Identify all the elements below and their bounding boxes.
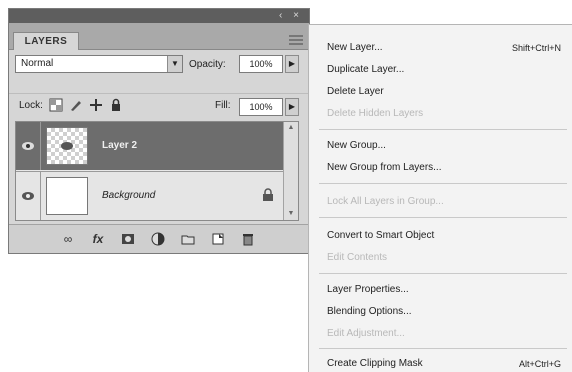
opacity-arrow-icon[interactable]: ▶ (285, 55, 299, 73)
lock-fill-row: Lock: Fill: 100% ▶ (9, 93, 309, 120)
blend-opacity-row: Normal ▼ Opacity: 100% ▶ (9, 53, 309, 77)
panel-bottom-bar: ∞ fx (9, 224, 309, 253)
menu-item-edit-contents[interactable]: Edit Contents (327, 251, 387, 265)
shortcut-new-layer: Shift+Ctrl+N (511, 43, 561, 53)
layers-list: Layer 2 Background ▲ ▼ (15, 121, 299, 221)
fx-icon[interactable]: fx (91, 232, 105, 246)
new-group-icon[interactable] (181, 232, 195, 246)
layers-context-menu: New Layer... Shift+Ctrl+N Duplicate Laye… (308, 24, 572, 372)
scroll-down-icon[interactable]: ▼ (286, 210, 296, 218)
lock-icon (262, 188, 274, 207)
layer-row-background[interactable]: Background (16, 171, 296, 220)
fill-input[interactable]: 100% (239, 98, 283, 116)
menu-item-edit-adjustment[interactable]: Edit Adjustment... (327, 327, 405, 341)
link-icon[interactable]: ∞ (61, 232, 75, 246)
menu-separator (319, 348, 567, 349)
visibility-toggle[interactable] (16, 122, 41, 170)
lock-label: Lock: (19, 100, 43, 111)
eye-icon (22, 192, 34, 200)
fill-arrow-icon[interactable]: ▶ (285, 98, 299, 116)
menu-item-convert-to-smart-object[interactable]: Convert to Smart Object (327, 229, 434, 243)
menu-separator (319, 183, 567, 184)
menu-item-delete-layer[interactable]: Delete Layer (327, 85, 384, 99)
panel-window-buttons[interactable]: ‹ × (279, 10, 303, 21)
eye-icon (22, 142, 34, 150)
lock-icons (49, 98, 123, 112)
menu-item-delete-hidden-layers[interactable]: Delete Hidden Layers (327, 107, 423, 121)
menu-separator (319, 273, 567, 274)
opacity-input[interactable]: 100% (239, 55, 283, 73)
layer-row-layer-2[interactable]: Layer 2 (16, 122, 296, 170)
fill-label: Fill: (215, 100, 231, 111)
menu-item-layer-properties[interactable]: Layer Properties... (327, 283, 409, 297)
blend-mode-select[interactable]: Normal ▼ (15, 55, 183, 73)
menu-item-blending-options[interactable]: Blending Options... (327, 305, 412, 319)
menu-item-new-group[interactable]: New Group... (327, 139, 386, 153)
lock-move-icon[interactable] (89, 98, 103, 112)
scroll-up-icon[interactable]: ▲ (286, 124, 296, 132)
lock-paint-icon[interactable] (69, 98, 83, 112)
menu-item-duplicate-layer[interactable]: Duplicate Layer... (327, 63, 404, 77)
adjustment-layer-icon[interactable] (151, 232, 165, 246)
blend-mode-value: Normal (21, 58, 54, 69)
trash-icon[interactable] (241, 232, 255, 246)
new-layer-icon[interactable] (211, 232, 225, 246)
add-mask-icon[interactable] (121, 232, 135, 246)
tab-layers[interactable]: LAYERS (13, 32, 79, 50)
layers-panel: ‹ × LAYERS Normal ▼ Opacity: 100% ▶ Lock… (8, 8, 310, 254)
layer-name[interactable]: Background (102, 190, 155, 201)
layer-thumbnail[interactable] (46, 127, 88, 165)
lock-transparent-icon[interactable] (49, 98, 63, 112)
chevron-down-icon[interactable]: ▼ (167, 56, 182, 72)
menu-item-lock-all-layers[interactable]: Lock All Layers in Group... (327, 195, 444, 209)
layer-name[interactable]: Layer 2 (102, 140, 137, 151)
opacity-label: Opacity: (189, 59, 226, 70)
shortcut-create-clipping-mask: Alt+Ctrl+G (518, 359, 561, 369)
menu-item-new-group-from-layers[interactable]: New Group from Layers... (327, 161, 441, 175)
menu-item-create-clipping-mask[interactable]: Create Clipping Mask (327, 357, 423, 371)
layers-scrollbar[interactable]: ▲ ▼ (283, 122, 298, 220)
menu-separator (319, 129, 567, 130)
panel-titlebar[interactable]: ‹ × (9, 9, 309, 23)
menu-item-new-layer[interactable]: New Layer... (327, 41, 383, 55)
visibility-toggle[interactable] (16, 172, 41, 220)
lock-all-icon[interactable] (109, 98, 123, 112)
layer-thumbnail[interactable] (46, 177, 88, 215)
panel-tab-row: LAYERS (9, 23, 309, 50)
menu-separator (319, 217, 567, 218)
panel-menu-icon[interactable] (289, 35, 303, 45)
